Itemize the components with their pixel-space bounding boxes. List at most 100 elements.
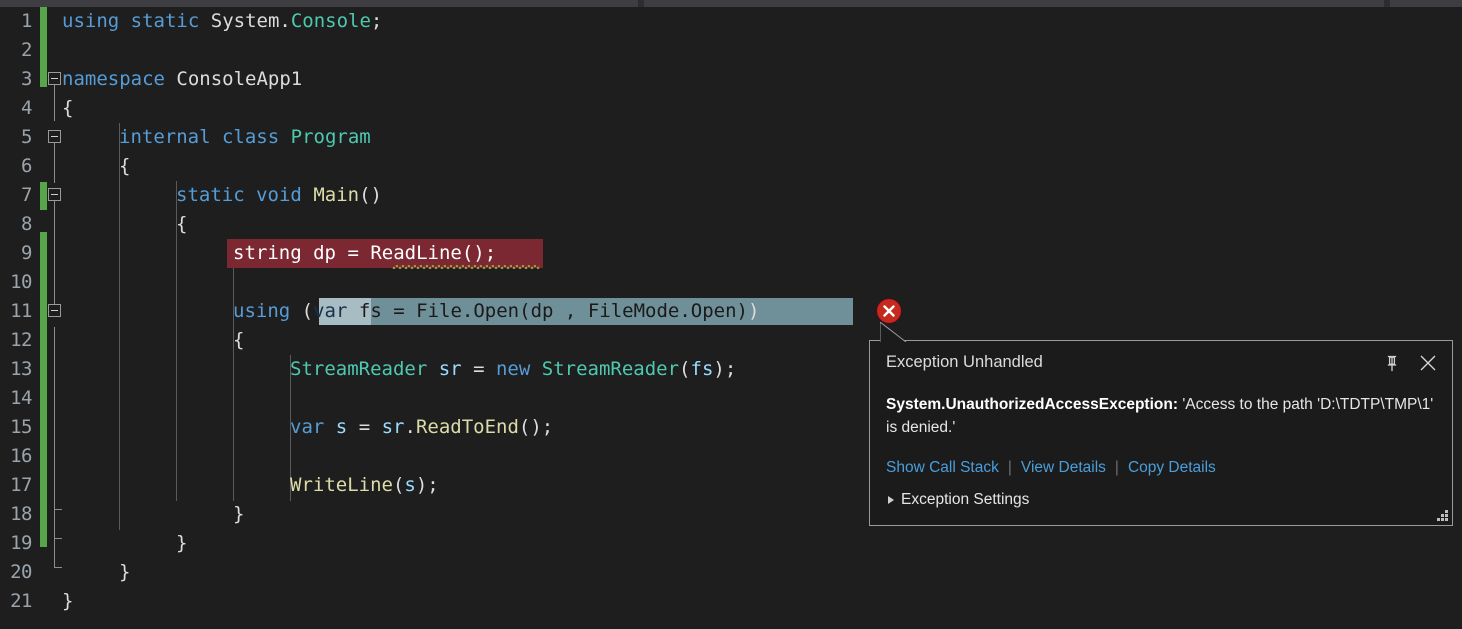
change-bar xyxy=(40,7,47,87)
token-type: File xyxy=(416,300,462,322)
fold-toggle-class[interactable] xyxy=(48,130,61,143)
outlining-rule-end xyxy=(54,538,62,539)
exception-settings-expander[interactable]: Exception Settings xyxy=(888,491,1029,509)
editor-gutter[interactable]: 1 2 3 4 5 6 7 8 9 10 11 12 13 14 15 16 1… xyxy=(0,7,62,629)
fold-toggle-method[interactable] xyxy=(48,188,61,201)
token-local: dp xyxy=(530,300,554,322)
editor-top-scroll-strip[interactable] xyxy=(0,0,1462,7)
token-punctuation: ( xyxy=(392,474,405,496)
error-x-icon[interactable] xyxy=(877,299,901,323)
token-punctuation: () xyxy=(359,184,382,206)
token-keyword: class xyxy=(221,126,280,148)
exception-settings-label: Exception Settings xyxy=(901,491,1030,508)
code-line[interactable]: } xyxy=(233,500,244,529)
token-punctuation: . xyxy=(461,300,474,322)
outlining-rule-end xyxy=(54,567,62,568)
token-keyword: namespace xyxy=(62,68,165,90)
code-line[interactable]: } xyxy=(62,587,73,616)
error-squiggle xyxy=(392,265,540,269)
change-bar xyxy=(40,232,47,547)
token-operator: = xyxy=(358,416,371,438)
token-punctuation: ( xyxy=(519,300,531,322)
token-type: StreamReader xyxy=(541,358,680,380)
line-number: 14 xyxy=(10,387,32,409)
scroll-segment-left[interactable] xyxy=(0,0,638,7)
fold-toggle-namespace[interactable] xyxy=(48,72,61,85)
line-number: 16 xyxy=(10,445,32,467)
token-type: StreamReader xyxy=(290,358,428,380)
code-line[interactable]: using (var fs = File.Open(dp , FileMode.… xyxy=(233,297,1462,326)
token-keyword: using xyxy=(233,300,291,322)
code-line[interactable]: } xyxy=(119,558,130,587)
code-line[interactable]: using static System.Console; xyxy=(62,7,382,36)
code-line[interactable]: { xyxy=(62,94,73,123)
token-keyword: var xyxy=(290,416,325,438)
exception-popup[interactable]: Exception Unhandled System.UnauthorizedA… xyxy=(869,340,1453,526)
token-punctuation: ) xyxy=(736,300,748,322)
token-punctuation: . xyxy=(679,300,691,322)
resize-grip[interactable] xyxy=(1432,505,1448,521)
outlining-rule xyxy=(54,143,55,183)
code-line[interactable]: WriteLine(s); xyxy=(290,471,439,500)
code-line[interactable]: internal class Program xyxy=(119,123,371,152)
line-number: 18 xyxy=(10,503,32,525)
show-call-stack-link[interactable]: Show Call Stack xyxy=(886,459,999,477)
token-operator: = xyxy=(393,300,405,322)
token-method: WriteLine xyxy=(290,474,393,496)
copy-details-link[interactable]: Copy Details xyxy=(1128,459,1216,477)
token-keyword: static xyxy=(176,184,245,206)
change-bar xyxy=(40,182,47,210)
token-method: ReadLine xyxy=(370,242,462,264)
code-line[interactable]: static void Main() xyxy=(176,181,382,210)
line-number: 3 xyxy=(21,68,32,90)
token-type: Console xyxy=(290,10,371,32)
token-punctuation: ( xyxy=(679,358,691,380)
token-punctuation: ) xyxy=(748,300,760,322)
token-punctuation: (); xyxy=(518,416,554,438)
exception-popup-tail xyxy=(880,322,907,342)
line-number: 1 xyxy=(21,10,32,32)
token-local: s xyxy=(404,474,416,496)
code-surface[interactable]: using static System.Console; namespace C… xyxy=(62,7,1462,629)
outlining-rule xyxy=(54,85,55,121)
fold-toggle-using[interactable] xyxy=(48,304,61,317)
chevron-right-icon xyxy=(888,496,894,504)
code-editor[interactable]: 1 2 3 4 5 6 7 8 9 10 11 12 13 14 15 16 1… xyxy=(0,0,1462,629)
code-line[interactable]: { xyxy=(176,210,187,239)
line-number: 10 xyxy=(10,271,32,293)
outlining-rule xyxy=(54,327,55,567)
line-number: 15 xyxy=(10,416,32,438)
code-line[interactable]: { xyxy=(233,326,244,355)
code-line[interactable]: namespace ConsoleApp1 xyxy=(62,65,302,94)
token-local: dp xyxy=(313,242,336,264)
code-line[interactable]: string dp = ReadLine(); xyxy=(233,239,496,268)
scroll-segment-right[interactable] xyxy=(1390,0,1462,7)
code-line[interactable]: StreamReader sr = new StreamReader(fs); xyxy=(290,355,736,384)
code-line[interactable]: { xyxy=(119,152,130,181)
outlining-rule-end xyxy=(54,509,62,510)
pin-icon[interactable] xyxy=(1380,351,1404,375)
line-number: 5 xyxy=(21,126,32,148)
token-method: Main xyxy=(313,184,360,206)
view-details-link[interactable]: View Details xyxy=(1021,459,1106,477)
code-line[interactable]: var s = sr.ReadToEnd(); xyxy=(290,413,553,442)
token-brace: { xyxy=(233,329,245,351)
code-line[interactable]: } xyxy=(176,529,187,558)
line-number: 9 xyxy=(21,242,32,264)
token-keyword: var xyxy=(313,300,348,322)
close-icon[interactable] xyxy=(1416,351,1440,375)
scroll-segment-middle[interactable] xyxy=(644,0,1384,7)
line-number: 8 xyxy=(21,213,32,235)
